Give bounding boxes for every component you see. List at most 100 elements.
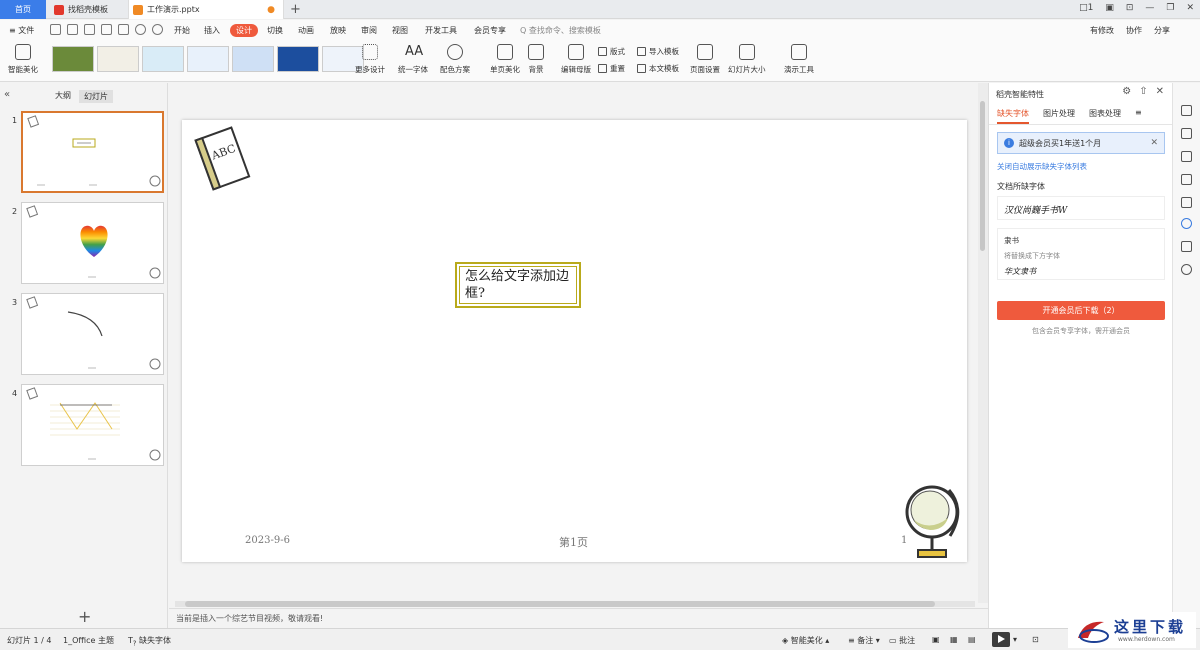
tab-image-processing[interactable]: 图片处理 [1043, 108, 1075, 124]
add-slide-button[interactable]: + [78, 607, 91, 626]
reset-button[interactable]: 重置 [598, 63, 625, 74]
sliders-icon[interactable] [1181, 128, 1192, 139]
notes-bar[interactable]: 当前是插入一个综艺节目视频，敬请观看! [169, 608, 988, 628]
minimize-button[interactable]: — [1145, 3, 1154, 13]
slide-thumbnail-1[interactable] [21, 111, 164, 193]
smart-beautify-button[interactable]: 智能美化 [8, 44, 38, 75]
modified-status[interactable]: 有修改 [1090, 25, 1114, 36]
settings-icon[interactable]: ⚙ [1122, 86, 1131, 97]
rocket-icon[interactable] [1181, 105, 1192, 116]
unify-font-button[interactable]: AA 统一字体 [398, 44, 428, 75]
template-thumb[interactable] [142, 46, 184, 72]
file-menu[interactable]: ≡ 文件 [9, 25, 34, 36]
theme-name[interactable]: 1_Office 主题 [63, 635, 114, 646]
avatar-icon[interactable]: ⊡ [1126, 3, 1134, 13]
slide-thumbnail-4[interactable] [21, 384, 164, 466]
collaborate-button[interactable]: 协作 [1126, 25, 1142, 36]
menu-start[interactable]: 开始 [174, 25, 190, 36]
pin-icon[interactable]: ⇧ [1139, 86, 1147, 97]
layout-toggle-icon[interactable]: □1 [1079, 3, 1093, 13]
menu-review[interactable]: 审阅 [361, 25, 377, 36]
tab-home[interactable]: 首页 [0, 0, 46, 19]
template-thumb[interactable] [52, 46, 94, 72]
slide-size-button[interactable]: 幻灯片大小 [728, 44, 766, 75]
book-open-icon[interactable] [1181, 241, 1192, 252]
more-design-button[interactable]: 更多设计 [355, 44, 385, 75]
undo-icon[interactable] [135, 24, 146, 35]
copy-icon[interactable] [1181, 174, 1192, 185]
redo-icon[interactable] [152, 24, 163, 35]
menu-transition[interactable]: 切换 [267, 25, 283, 36]
menu-slideshow[interactable]: 放映 [330, 25, 346, 36]
sorter-view-icon[interactable]: ▦ [950, 635, 958, 644]
horizontal-scroll-thumb[interactable] [185, 601, 935, 607]
missing-font-item[interactable]: 隶书 将替换成下方字体 华文隶书 [997, 228, 1165, 280]
tab-chart-processing[interactable]: 图表处理 [1089, 108, 1121, 124]
bordered-textbox[interactable]: 怎么给文字添加边框? [455, 262, 581, 308]
menu-design[interactable]: 设计 [230, 24, 258, 37]
export-icon[interactable] [67, 24, 78, 35]
single-page-beautify-button[interactable]: 单页美化 [490, 44, 520, 75]
normal-view-icon[interactable]: ▣ [932, 635, 940, 644]
save-icon[interactable] [50, 24, 61, 35]
reading-view-icon[interactable]: ▤ [968, 635, 976, 644]
slide-thumbnail-3[interactable] [21, 293, 164, 375]
horizontal-scrollbar[interactable] [175, 601, 975, 607]
vertical-scrollbar[interactable] [978, 83, 988, 603]
command-search-input[interactable]: Q 查找命令、搜索模板 [520, 25, 601, 36]
import-template-button[interactable]: 导入模板 [637, 46, 679, 57]
help-icon[interactable] [1181, 264, 1192, 275]
page-setup-button[interactable]: 页面设置 [690, 44, 720, 75]
preview-icon[interactable] [101, 24, 112, 35]
fit-window-icon[interactable]: ⊡ [1032, 635, 1039, 644]
promo-banner[interactable]: i 超级会员买1年送1个月 ✕ [997, 132, 1165, 154]
tab-missing-fonts[interactable]: 缺失字体 [997, 108, 1029, 124]
template-thumb[interactable] [187, 46, 229, 72]
close-button[interactable]: ✕ [1186, 3, 1194, 13]
image-edit-icon[interactable] [1181, 197, 1192, 208]
pushpin-icon[interactable] [1181, 151, 1192, 162]
play-options-icon[interactable]: ▾ [1013, 635, 1017, 644]
missing-font-status[interactable]: T? 缺失字体 [128, 635, 171, 648]
play-slideshow-button[interactable] [992, 632, 1010, 647]
layout-button[interactable]: 版式 [598, 46, 625, 57]
banner-close-icon[interactable]: ✕ [1150, 138, 1158, 148]
background-button[interactable]: 背景 [528, 44, 544, 75]
restore-button[interactable]: ❐ [1166, 3, 1174, 13]
tab-document[interactable]: 工作演示.pptx ● [128, 0, 284, 19]
menu-animation[interactable]: 动画 [298, 25, 314, 36]
menu-developer[interactable]: 开发工具 [425, 25, 457, 36]
tab-outline[interactable]: 大纲 [55, 90, 71, 103]
menu-view[interactable]: 视图 [392, 25, 408, 36]
more-menu-icon[interactable]: ≡ [1135, 108, 1142, 124]
body-template-button[interactable]: 本文模板 [637, 63, 679, 74]
location-icon[interactable] [1181, 218, 1192, 229]
template-thumb[interactable] [277, 46, 319, 72]
download-fonts-button[interactable]: 开通会员后下载（2） [997, 301, 1165, 320]
color-scheme-button[interactable]: 配色方案 [440, 44, 470, 75]
new-tab-button[interactable]: + [290, 2, 301, 17]
textbox-content[interactable]: 怎么给文字添加边框? [459, 266, 577, 304]
menu-insert[interactable]: 插入 [204, 25, 220, 36]
collapse-pane-button[interactable]: « [4, 89, 10, 100]
format-painter-icon[interactable] [118, 24, 129, 35]
vertical-scroll-thumb[interactable] [980, 101, 985, 251]
slide-thumbnail-2[interactable] [21, 202, 164, 284]
slide-canvas[interactable]: ABC 怎么给文字添加边框? 2023-9-6 第1页 1 [182, 120, 967, 562]
notes-toggle[interactable]: ≡ 备注 ▾ [848, 635, 880, 646]
share-button[interactable]: 分享 [1154, 25, 1170, 36]
menu-member[interactable]: 会员专享 [474, 25, 506, 36]
disable-auto-list-link[interactable]: 关闭自动展示缺失字体列表 [997, 161, 1087, 172]
template-thumb[interactable] [232, 46, 274, 72]
grid-icon[interactable]: ▣ [1105, 3, 1114, 13]
print-icon[interactable] [84, 24, 95, 35]
tab-slides[interactable]: 幻灯片 [79, 90, 113, 103]
close-icon[interactable]: ✕ [1156, 86, 1164, 97]
comments-toggle[interactable]: ▭ 批注 [889, 635, 915, 646]
smart-beautify-status[interactable]: ◈ 智能美化 ▴ [782, 635, 829, 646]
tab-template[interactable]: 找稻壳模板 [50, 0, 126, 19]
missing-font-item[interactable]: 汉仪尚巍手书W [997, 196, 1165, 220]
edit-master-button[interactable]: 编辑母版 [561, 44, 591, 75]
template-thumb[interactable] [97, 46, 139, 72]
presentation-tools-button[interactable]: 演示工具 [784, 44, 814, 75]
